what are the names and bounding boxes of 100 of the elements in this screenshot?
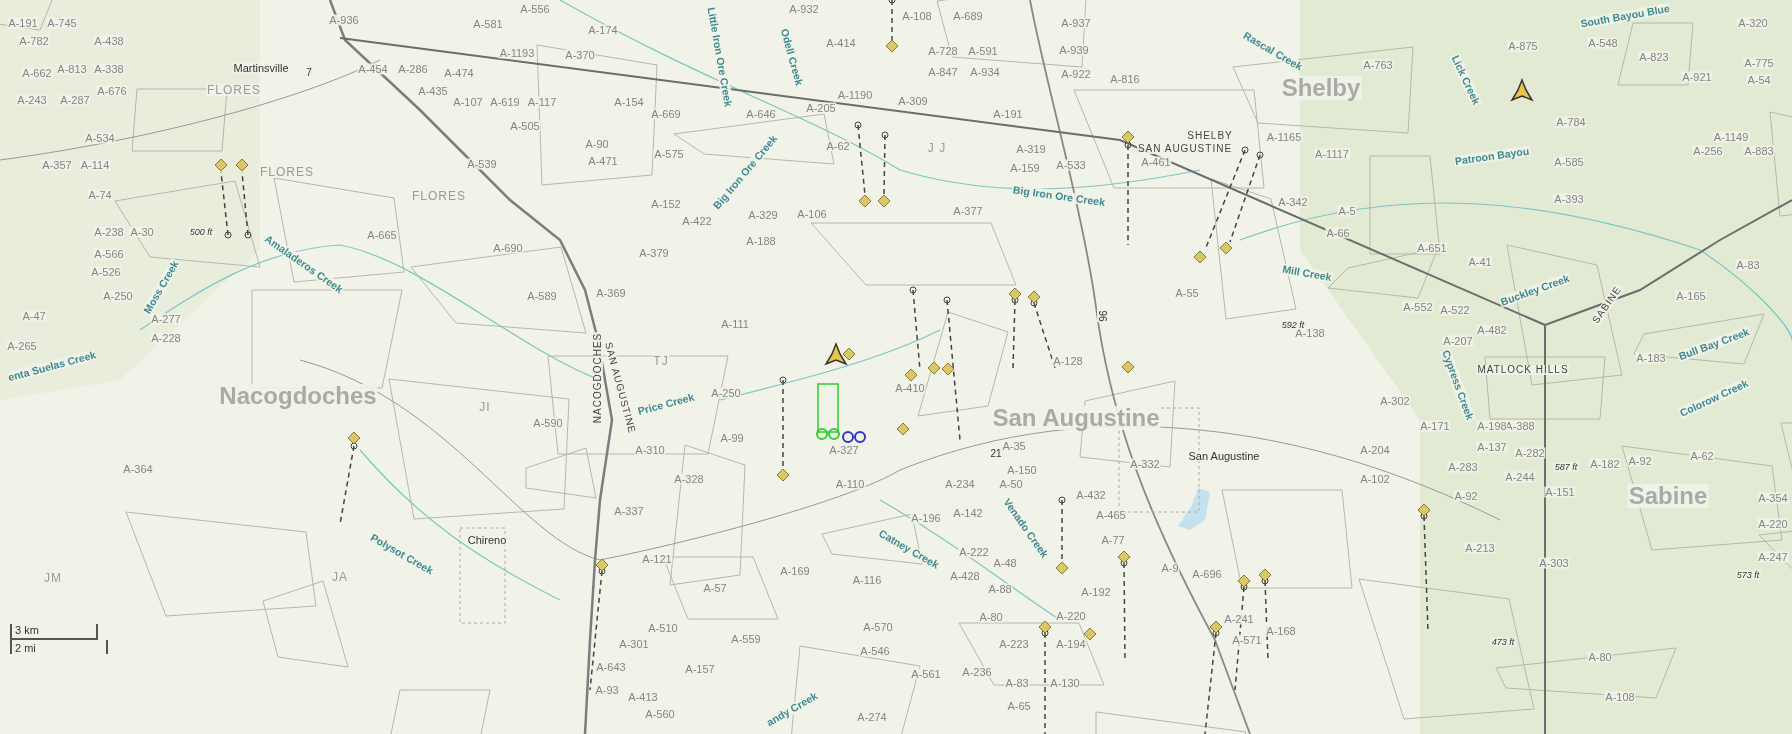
survey-label: A-816 bbox=[1109, 73, 1141, 85]
survey-label: A-54 bbox=[1746, 74, 1772, 86]
survey-label: A-310 bbox=[634, 444, 666, 456]
survey-label: A-370 bbox=[564, 49, 596, 61]
survey-label: A-474 bbox=[443, 67, 475, 79]
survey-label: A-192 bbox=[1080, 586, 1112, 598]
survey-label: A-191 bbox=[7, 17, 39, 29]
well-marker-icon bbox=[1258, 568, 1272, 582]
survey-label: A-66 bbox=[1325, 227, 1351, 239]
survey-label: A-130 bbox=[1049, 677, 1081, 689]
survey-label: A-414 bbox=[825, 37, 857, 49]
lake-shape bbox=[1178, 488, 1210, 530]
survey-label: A-922 bbox=[1060, 68, 1092, 80]
survey-label: A-196 bbox=[910, 512, 942, 524]
well-marker-icon bbox=[927, 361, 941, 375]
survey-label: A-283 bbox=[1447, 461, 1479, 473]
survey-label: A-581 bbox=[472, 18, 504, 30]
survey-label: A-83 bbox=[1735, 259, 1761, 271]
survey-label: A-1190 bbox=[836, 89, 874, 101]
survey-label: A-665 bbox=[366, 229, 398, 241]
elevation-label: 587 ft bbox=[1553, 462, 1579, 472]
well-marker-icon bbox=[347, 431, 361, 445]
survey-label: A-152 bbox=[650, 198, 682, 210]
survey-label: A-241 bbox=[1223, 613, 1255, 625]
survey-label: A-556 bbox=[519, 3, 551, 15]
well-path-line bbox=[881, 131, 889, 196]
survey-label: A-80 bbox=[978, 611, 1004, 623]
survey-label: A-651 bbox=[1416, 242, 1448, 254]
survey-label: A-102 bbox=[1359, 473, 1391, 485]
survey-label: A-108 bbox=[1604, 691, 1636, 703]
survey-label: A-165 bbox=[1675, 290, 1707, 302]
survey-label: A-357 bbox=[41, 159, 73, 171]
survey-label: A-410 bbox=[894, 382, 926, 394]
survey-label: A-921 bbox=[1681, 71, 1713, 83]
survey-label: A-522 bbox=[1439, 304, 1471, 316]
well-marker-icon bbox=[1008, 287, 1022, 301]
well-marker-icon bbox=[1219, 241, 1233, 255]
survey-label: A-432 bbox=[1075, 489, 1107, 501]
survey-label: A-138 bbox=[1294, 327, 1326, 339]
county-line-label: MATLOCK HILLS bbox=[1476, 365, 1570, 375]
survey-label: A-932 bbox=[788, 3, 820, 15]
survey-label: A-90 bbox=[584, 138, 610, 150]
well-marker-icon bbox=[1193, 250, 1207, 264]
survey-label: A-590 bbox=[532, 417, 564, 429]
well-marker-icon bbox=[235, 158, 249, 172]
survey-label: A-93 bbox=[594, 684, 620, 696]
survey-label: A-354 bbox=[1757, 492, 1789, 504]
survey-label: A-302 bbox=[1379, 395, 1411, 407]
county-label: San Augustine bbox=[991, 406, 1161, 430]
well-marker-icon bbox=[904, 368, 918, 382]
well-marker-icon bbox=[858, 194, 872, 208]
survey-label: A-936 bbox=[328, 14, 360, 26]
county-label: Shelby bbox=[1280, 76, 1362, 100]
elevation-label: 592 ft bbox=[1280, 320, 1306, 330]
survey-label: A-566 bbox=[93, 248, 125, 260]
survey-label: A-505 bbox=[509, 120, 541, 132]
survey-label: A-9 bbox=[1160, 562, 1180, 574]
survey-label: A-223 bbox=[998, 638, 1030, 650]
survey-label: A-337 bbox=[613, 505, 645, 517]
survey-label: A-847 bbox=[927, 66, 959, 78]
survey-label: A-689 bbox=[952, 10, 984, 22]
well-marker-icon bbox=[1209, 620, 1223, 634]
survey-label: A-471 bbox=[587, 155, 619, 167]
survey-label: A-220 bbox=[1055, 610, 1087, 622]
survey-label: A-80 bbox=[1587, 651, 1613, 663]
survey-label: A-646 bbox=[745, 108, 777, 120]
survey-label: A-220 bbox=[1757, 518, 1789, 530]
survey-label: A-676 bbox=[96, 85, 128, 97]
well-path-line bbox=[888, 0, 896, 41]
survey-label: A-142 bbox=[952, 507, 984, 519]
survey-label: A-465 bbox=[1095, 509, 1127, 521]
well-path-line bbox=[1058, 496, 1066, 561]
survey-label: A-782 bbox=[18, 35, 50, 47]
well-marker-icon bbox=[776, 468, 790, 482]
survey-label: A-937 bbox=[1060, 17, 1092, 29]
survey-label: A-775 bbox=[1743, 57, 1775, 69]
survey-label: A-194 bbox=[1055, 638, 1087, 650]
survey-label: A-454 bbox=[357, 63, 389, 75]
scale-bar-metric: 3 km bbox=[10, 624, 98, 640]
survey-label: A-121 bbox=[641, 553, 673, 565]
survey-label: A-62 bbox=[825, 140, 851, 152]
survey-label: A-48 bbox=[992, 557, 1018, 569]
survey-label: A-204 bbox=[1359, 444, 1391, 456]
survey-label: A-213 bbox=[1464, 542, 1496, 554]
survey-label: A-571 bbox=[1231, 634, 1263, 646]
survey-label: A-319 bbox=[1015, 143, 1047, 155]
survey-label: A-83 bbox=[1004, 677, 1030, 689]
survey-label: A-77 bbox=[1100, 534, 1126, 546]
well-marker-icon bbox=[1121, 130, 1135, 144]
survey-label: A-534 bbox=[84, 132, 116, 144]
survey-label: A-159 bbox=[1009, 162, 1041, 174]
county-line-label: SAN AUGUSTINE bbox=[1136, 144, 1234, 154]
well-marker-icon bbox=[877, 194, 891, 208]
survey-label: A-379 bbox=[638, 247, 670, 259]
survey-label: A-250 bbox=[710, 387, 742, 399]
survey-label: A-369 bbox=[595, 287, 627, 299]
well-marker-icon bbox=[1237, 574, 1251, 588]
survey-label: A-183 bbox=[1635, 352, 1667, 364]
survey-label: A-393 bbox=[1553, 193, 1585, 205]
survey-label: A-5 bbox=[1337, 205, 1357, 217]
